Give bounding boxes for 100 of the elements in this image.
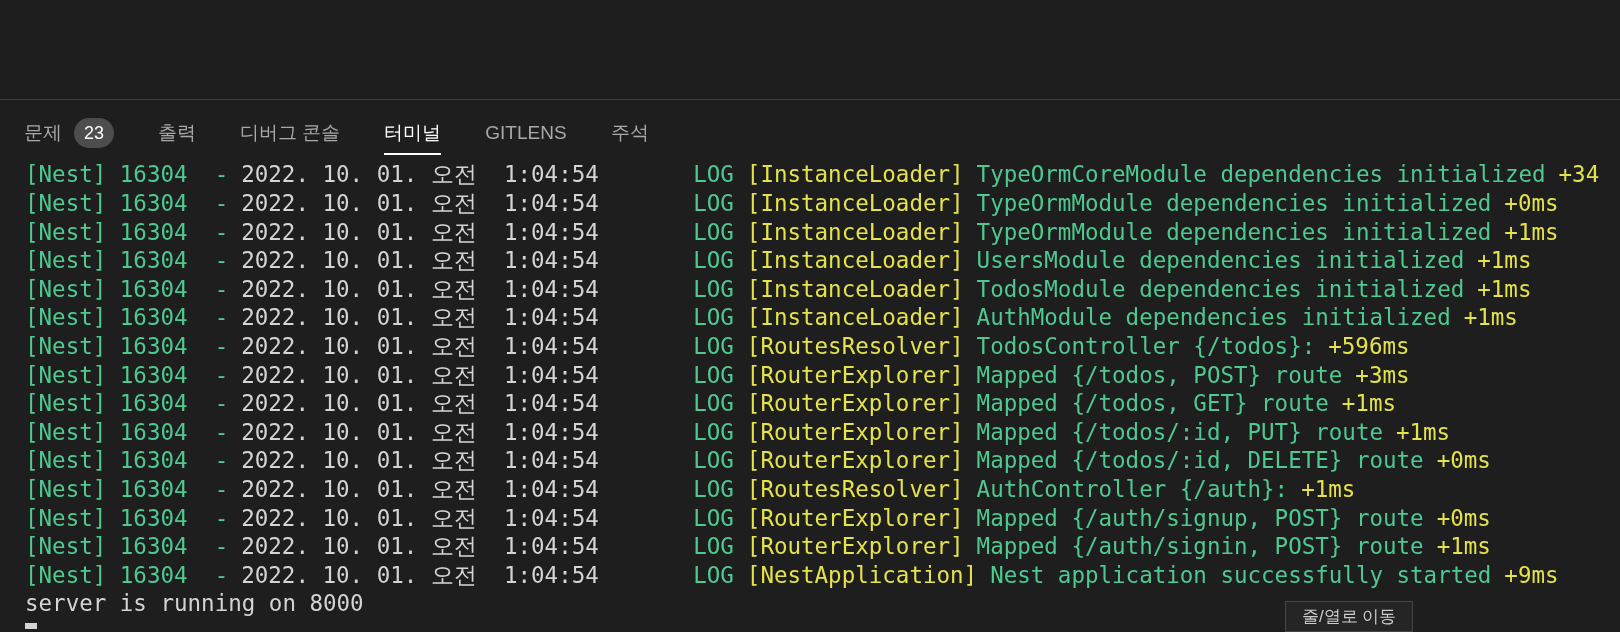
count-badge: 23	[74, 118, 115, 148]
log-context: [NestApplication]	[746, 560, 978, 590]
log-elapsed: +0ms	[1436, 446, 1491, 476]
log-source: [Nest] 16304 -	[25, 446, 229, 476]
log-level: LOG	[693, 189, 734, 218]
log-level: LOG	[693, 474, 734, 504]
log-message: AuthModule dependencies initialized	[976, 303, 1451, 333]
log-context: [InstanceLoader]	[746, 189, 964, 218]
log-elapsed: +9ms	[1504, 560, 1559, 590]
log-message: Mapped {/todos/:id, PUT} route	[976, 417, 1383, 447]
log-timestamp: 2022. 10. 01. 오전 1:04:54	[241, 389, 600, 419]
log-context: [RouterExplorer]	[746, 532, 964, 562]
log-level: LOG	[693, 389, 734, 419]
log-source: [Nest] 16304 -	[25, 274, 229, 304]
log-context: [RouterExplorer]	[746, 446, 964, 476]
log-context: [RouterExplorer]	[746, 503, 964, 533]
log-level: LOG	[693, 503, 734, 533]
log-elapsed: +1ms	[1436, 532, 1491, 562]
panel-tab[interactable]: 출력	[158, 109, 197, 155]
log-timestamp: 2022. 10. 01. 오전 1:04:54	[241, 189, 600, 218]
log-context: [InstanceLoader]	[746, 274, 964, 304]
log-context: [RoutesResolver]	[746, 474, 964, 504]
log-elapsed: +0ms	[1436, 503, 1491, 533]
tooltip: 줄/열로 이동	[1285, 600, 1414, 632]
log-level: LOG	[693, 417, 734, 447]
log-timestamp: 2022. 10. 01. 오전 1:04:54	[241, 360, 600, 390]
log-timestamp: 2022. 10. 01. 오전 1:04:54	[241, 560, 600, 590]
log-source: [Nest] 16304 -	[25, 217, 229, 247]
log-elapsed: +1ms	[1477, 274, 1532, 304]
log-message: TypeOrmModule dependencies initialized	[976, 217, 1492, 247]
log-source: [Nest] 16304 -	[25, 503, 229, 533]
log-timestamp: 2022. 10. 01. 오전 1:04:54	[241, 332, 600, 361]
terminal-output: server is running on 8000	[25, 589, 364, 619]
log-message: TodosController {/todos}:	[976, 332, 1316, 361]
log-timestamp: 2022. 10. 01. 오전 1:04:54	[241, 246, 600, 276]
log-source: [Nest] 16304 -	[25, 246, 229, 276]
log-source: [Nest] 16304 -	[25, 303, 229, 333]
log-message: Nest application successfully started	[990, 560, 1492, 590]
log-message: TodosModule dependencies initialized	[976, 274, 1465, 304]
log-source: [Nest] 16304 -	[25, 560, 229, 590]
log-context: [InstanceLoader]	[746, 217, 964, 247]
log-elapsed: +34	[1558, 160, 1600, 190]
log-elapsed: +3ms	[1355, 360, 1410, 390]
log-message: Mapped {/todos/:id, DELETE} route	[976, 446, 1424, 476]
panel-tab[interactable]: GITLENS	[485, 109, 567, 155]
log-source: [Nest] 16304 -	[25, 474, 229, 504]
log-timestamp: 2022. 10. 01. 오전 1:04:54	[241, 274, 600, 304]
log-context: [InstanceLoader]	[746, 303, 964, 333]
log-source: [Nest] 16304 -	[25, 189, 229, 218]
log-message: Mapped {/todos, POST} route	[976, 360, 1343, 390]
log-message: UsersModule dependencies initialized	[976, 246, 1465, 276]
log-context: [InstanceLoader]	[746, 160, 964, 190]
log-message: Mapped {/auth/signin, POST} route	[976, 532, 1424, 562]
log-timestamp: 2022. 10. 01. 오전 1:04:54	[241, 417, 600, 447]
log-context: [RouterExplorer]	[746, 389, 964, 419]
log-level: LOG	[693, 217, 734, 247]
panel-tab[interactable]: 터미널	[384, 109, 442, 155]
log-source: [Nest] 16304 -	[25, 360, 229, 390]
log-timestamp: 2022. 10. 01. 오전 1:04:54	[241, 446, 600, 476]
log-level: LOG	[693, 246, 734, 276]
log-context: [RouterExplorer]	[746, 417, 964, 447]
log-source: [Nest] 16304 -	[25, 532, 229, 562]
log-elapsed: +0ms	[1504, 189, 1559, 218]
log-level: LOG	[693, 446, 734, 476]
log-level: LOG	[693, 303, 734, 333]
log-level: LOG	[693, 360, 734, 390]
log-timestamp: 2022. 10. 01. 오전 1:04:54	[241, 532, 600, 562]
log-message: TypeOrmModule dependencies initialized	[976, 189, 1492, 218]
terminal-cursor	[25, 622, 37, 629]
log-elapsed: +596ms	[1328, 332, 1410, 361]
log-elapsed: +1ms	[1396, 417, 1451, 447]
panel-tab[interactable]: 디버그 콘솔	[240, 109, 341, 155]
log-source: [Nest] 16304 -	[25, 332, 229, 361]
log-source: [Nest] 16304 -	[25, 389, 229, 419]
panel-tab[interactable]: 문제 23	[24, 109, 115, 155]
log-elapsed: +1ms	[1341, 389, 1396, 419]
log-message: Mapped {/auth/signup, POST} route	[976, 503, 1424, 533]
log-context: [RouterExplorer]	[746, 360, 964, 390]
log-elapsed: +1ms	[1504, 217, 1559, 247]
log-elapsed: +1ms	[1477, 246, 1532, 276]
panel-tab[interactable]: 주석	[610, 109, 649, 155]
log-timestamp: 2022. 10. 01. 오전 1:04:54	[241, 503, 600, 533]
log-source: [Nest] 16304 -	[25, 417, 229, 447]
log-timestamp: 2022. 10. 01. 오전 1:04:54	[241, 217, 600, 247]
log-level: LOG	[693, 332, 734, 361]
log-context: [RoutesResolver]	[746, 332, 964, 361]
log-message: AuthController {/auth}:	[976, 474, 1289, 504]
log-timestamp: 2022. 10. 01. 오전 1:04:54	[241, 474, 600, 504]
log-elapsed: +1ms	[1301, 474, 1356, 504]
log-level: LOG	[693, 160, 734, 190]
log-timestamp: 2022. 10. 01. 오전 1:04:54	[241, 303, 600, 333]
log-context: [InstanceLoader]	[746, 246, 964, 276]
log-timestamp: 2022. 10. 01. 오전 1:04:54	[241, 160, 600, 190]
log-level: LOG	[693, 274, 734, 304]
log-elapsed: +1ms	[1463, 303, 1518, 333]
log-message: TypeOrmCoreModule dependencies initialized	[976, 160, 1546, 190]
log-source: [Nest] 16304 -	[25, 160, 229, 190]
log-message: Mapped {/todos, GET} route	[976, 389, 1329, 419]
log-level: LOG	[693, 532, 734, 562]
log-level: LOG	[693, 560, 734, 590]
